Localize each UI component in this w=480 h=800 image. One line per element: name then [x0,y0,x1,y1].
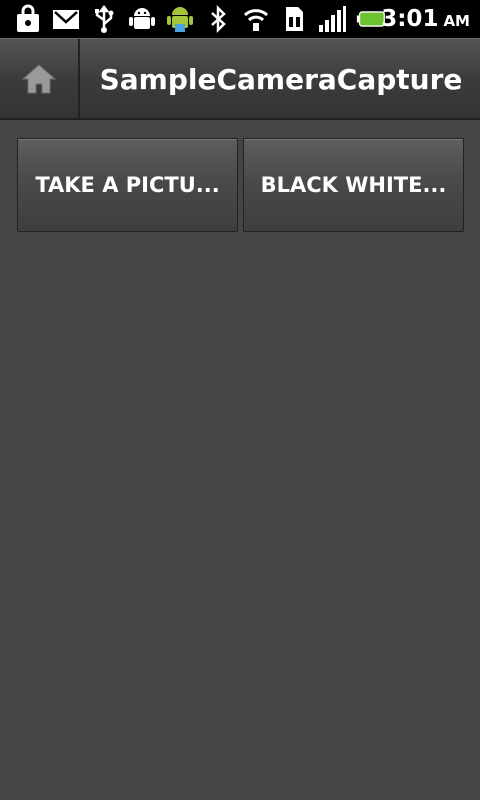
home-icon [21,64,57,94]
app-title: SampleCameraCapture [99,62,463,96]
action-bar: SampleCameraCapture [0,38,480,120]
home-button[interactable] [0,39,80,119]
shopping-bag-icon [12,3,44,35]
clock: 3:01 AM [381,0,470,38]
android-market-icon [164,3,196,35]
notification-icons [0,0,394,38]
main-content: TAKE A PICTU... BLACK WHITE... [0,120,480,800]
black-white-button[interactable]: BLACK WHITE... [243,138,464,232]
usb-icon [88,3,120,35]
bluetooth-icon [202,3,234,35]
sim-card-icon [278,3,310,35]
clock-time: 3:01 [381,6,439,32]
signal-icon [316,3,348,35]
clock-ampm: AM [443,12,470,30]
wifi-icon [240,3,272,35]
take-picture-button[interactable]: TAKE A PICTU... [17,138,238,232]
android-debug-icon [126,3,158,35]
gmail-icon [50,3,82,35]
status-bar: 3:01 AM [0,0,480,38]
